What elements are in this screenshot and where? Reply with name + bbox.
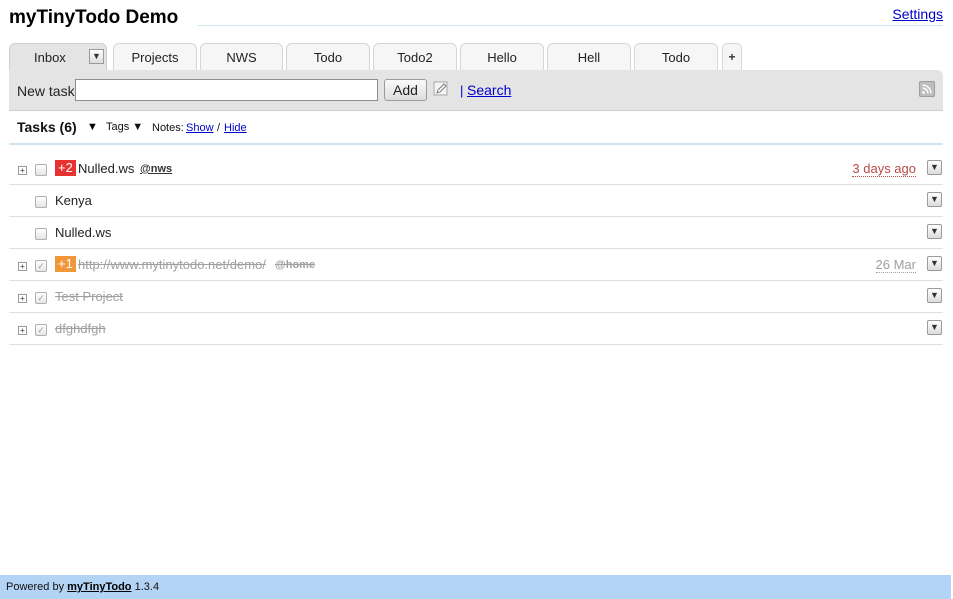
new-task-input[interactable] <box>75 79 378 101</box>
task-due-date: 26 Mar <box>875 257 916 273</box>
task-menu-chevron-down-icon[interactable]: ▼ <box>927 320 942 335</box>
tab-todo2[interactable]: Todo2 <box>373 43 457 70</box>
task-tag[interactable]: @nws <box>140 163 172 175</box>
task-list: + +2 Nulled.ws @nws 3 days ago ▼ Kenya ▼… <box>9 153 943 345</box>
notes-hide-link[interactable]: Hide <box>224 122 247 134</box>
search-link[interactable]: Search <box>467 82 511 98</box>
tab-nws[interactable]: NWS <box>200 43 283 70</box>
footer-link[interactable]: myTinyTodo <box>67 581 131 593</box>
task-checkbox-checked[interactable]: ✓ <box>35 292 47 304</box>
task-row[interactable]: Nulled.ws ▼ <box>9 217 943 249</box>
task-checkbox[interactable] <box>35 164 47 176</box>
task-menu-chevron-down-icon[interactable]: ▼ <box>927 288 942 303</box>
tab-label: Hello <box>487 50 517 65</box>
tab-todo[interactable]: Todo <box>286 43 370 70</box>
tab-menu-chevron-down-icon[interactable]: ▼ <box>89 49 104 64</box>
notes-label: Notes: <box>152 122 184 134</box>
task-row[interactable]: + +2 Nulled.ws @nws 3 days ago ▼ <box>9 153 943 185</box>
rss-icon[interactable] <box>919 81 935 97</box>
task-checkbox-checked[interactable]: ✓ <box>35 260 47 272</box>
task-due-date: 3 days ago <box>852 161 916 177</box>
new-task-label: New task <box>17 83 75 99</box>
app-title: myTinyTodo Demo <box>9 7 179 28</box>
notes-show-link[interactable]: Show <box>186 122 214 134</box>
task-checkbox[interactable] <box>35 196 47 208</box>
tab-inbox[interactable]: Inbox ▼ <box>9 43 107 71</box>
search-separator: | <box>460 83 464 98</box>
add-list-plus-icon[interactable]: + <box>722 43 742 70</box>
task-title: dfghdfgh <box>55 321 106 336</box>
task-toolbar: New task Add | Search <box>9 70 943 111</box>
task-title: http://www.mytinytodo.net/demo/ <box>78 257 266 272</box>
task-checkbox[interactable] <box>35 228 47 240</box>
task-menu-chevron-down-icon[interactable]: ▼ <box>927 256 942 271</box>
tab-label: Projects <box>131 50 179 65</box>
header: myTinyTodo Demo Settings <box>0 0 953 40</box>
pencil-icon[interactable] <box>433 81 449 97</box>
notes-separator: / <box>217 122 221 134</box>
task-row[interactable]: + ✓ Test Project ▼ <box>9 281 943 313</box>
task-tag[interactable]: @home <box>275 259 315 271</box>
tab-todo-2[interactable]: Todo <box>634 43 718 70</box>
expand-icon[interactable]: + <box>18 294 27 303</box>
tab-hell[interactable]: Hell <box>547 43 631 70</box>
sort-chevron-down-icon[interactable]: ▼ <box>87 121 98 133</box>
task-row[interactable]: Kenya ▼ <box>9 185 943 217</box>
settings-link[interactable]: Settings <box>892 6 943 22</box>
footer-version: 1.3.4 <box>134 581 160 593</box>
expand-icon[interactable]: + <box>18 166 27 175</box>
expand-icon[interactable]: + <box>18 326 27 335</box>
task-menu-chevron-down-icon[interactable]: ▼ <box>927 160 942 175</box>
tags-toggle[interactable]: Tags ▼ <box>106 121 143 133</box>
priority-badge: +1 <box>55 256 76 272</box>
tab-label: Todo <box>661 50 691 65</box>
tab-label: Hell <box>577 50 601 65</box>
footer-prefix: Powered by <box>6 581 65 593</box>
tab-hello[interactable]: Hello <box>460 43 544 70</box>
task-title: Nulled.ws <box>78 161 135 176</box>
tab-label: NWS <box>226 50 257 65</box>
tab-label: Inbox <box>34 50 66 65</box>
tasks-header: Tasks (6) ▼ Tags ▼ Notes: Show / Hide <box>9 113 943 145</box>
footer: Powered by myTinyTodo 1.3.4 <box>0 575 951 599</box>
task-checkbox-checked[interactable]: ✓ <box>35 324 47 336</box>
tab-label: Todo2 <box>397 50 433 65</box>
title-divider <box>198 25 943 26</box>
task-row[interactable]: + ✓ dfghdfgh ▼ <box>9 313 943 345</box>
tab-projects[interactable]: Projects <box>113 43 197 70</box>
task-menu-chevron-down-icon[interactable]: ▼ <box>927 192 942 207</box>
tab-label: Todo <box>313 50 343 65</box>
task-row[interactable]: + ✓ +1 http://www.mytinytodo.net/demo/ @… <box>9 249 943 281</box>
add-task-button[interactable]: Add <box>384 79 427 101</box>
priority-badge: +2 <box>55 160 76 176</box>
task-title: Test Project <box>55 289 123 304</box>
tasks-title: Tasks (6) <box>17 119 77 135</box>
expand-icon[interactable]: + <box>18 262 27 271</box>
task-menu-chevron-down-icon[interactable]: ▼ <box>927 224 942 239</box>
task-title: Nulled.ws <box>55 225 112 240</box>
task-title: Kenya <box>55 193 92 208</box>
